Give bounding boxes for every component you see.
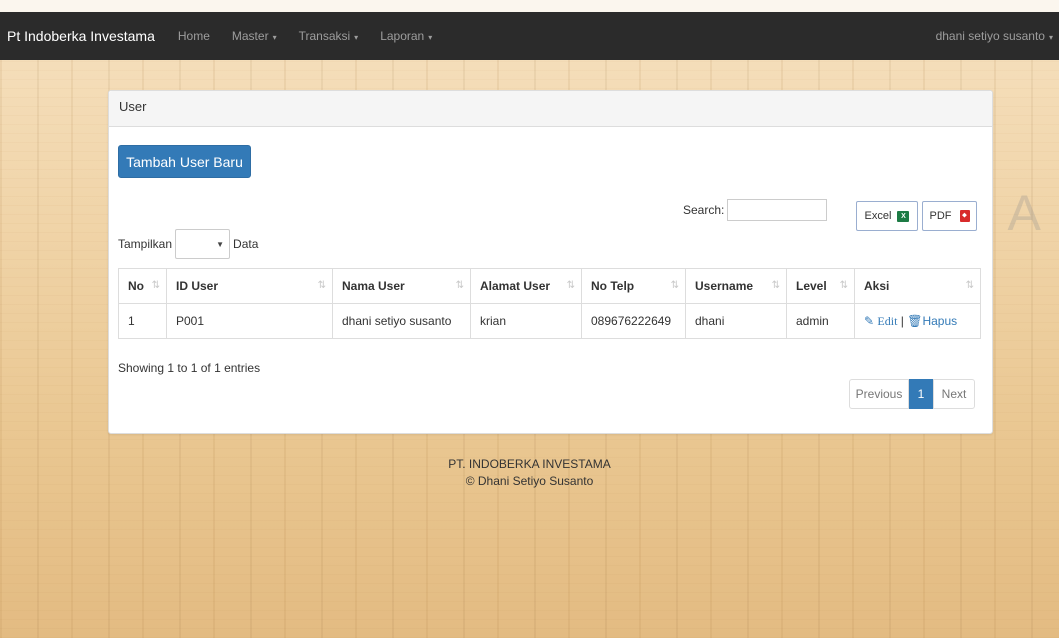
sort-asc-icon: ⇅ (151, 280, 160, 291)
sort-icon: ⇅ (771, 280, 780, 291)
col-level[interactable]: Level ⇅ (786, 268, 855, 304)
navbar: Pt Indoberka Investama Home Master ▾ Tran… (0, 12, 1059, 60)
caret-down-icon: ▾ (354, 33, 359, 42)
col-username[interactable]: Username ⇅ (685, 268, 787, 304)
nav-home[interactable]: Home (178, 29, 210, 43)
pagination: Previous 1 Next (849, 379, 975, 409)
export-pdf-label: PDF (929, 210, 952, 222)
entries-select[interactable]: ▼ (175, 229, 231, 259)
user-panel: User Tambah User Baru Search: Excel X PD… (108, 90, 993, 434)
sort-icon: ⇅ (670, 280, 679, 291)
search-input[interactable] (727, 199, 828, 221)
footer-copyright: © Dhani Setiyo Susanto (465, 474, 594, 488)
sort-icon: ⇅ (965, 280, 974, 291)
col-alamat-user[interactable]: Alamat User ⇅ (470, 268, 582, 304)
length-menu: Tampilkan ▼ Data (118, 229, 258, 259)
nav-transaksi-dropdown[interactable]: Transaksi ▾ (299, 29, 359, 43)
cell-id-user: P001 (166, 303, 333, 339)
sort-icon: ⇅ (839, 280, 848, 291)
cell-nama-user: dhani setiyo susanto (332, 303, 471, 339)
panel-title: User (109, 91, 992, 127)
excel-icon: X (897, 210, 910, 222)
edit-link[interactable]: ✎ Edit (864, 314, 897, 328)
export-pdf-button[interactable]: PDF ⬥ (922, 201, 977, 231)
chevron-down-icon: ▼ (216, 239, 225, 249)
pdf-icon: ⬥ (959, 210, 970, 222)
user-menu-dropdown[interactable]: dhani setiyo susanto ▾ (936, 29, 1053, 43)
cell-level: admin (786, 303, 855, 339)
top-strip (0, 0, 1059, 12)
nav-laporan-dropdown[interactable]: Laporan ▾ (380, 29, 432, 43)
nav-master-dropdown[interactable]: Master ▾ (232, 29, 277, 43)
col-nama-user[interactable]: Nama User ⇅ (332, 268, 471, 304)
footer: PT. INDOBERKA INVESTAMA © Dhani Setiyo S… (0, 456, 1059, 490)
export-excel-label: Excel (864, 210, 892, 222)
caret-down-icon: ▾ (1048, 33, 1053, 42)
pagination-previous[interactable]: Previous (849, 379, 909, 409)
cell-no-telp: 089676222649 (581, 303, 686, 339)
add-user-button[interactable]: Tambah User Baru (118, 145, 251, 178)
length-suffix: Data (233, 237, 259, 251)
sort-icon: ⇅ (317, 280, 326, 291)
trash-icon: 🗑 (907, 313, 923, 328)
cell-username: dhani (685, 303, 787, 339)
col-nama-user-label: Nama User (342, 279, 405, 293)
col-level-label: Level (796, 279, 827, 293)
user-menu-label: dhani setiyo susanto (935, 29, 1045, 43)
delete-link[interactable]: 🗑Hapus (907, 314, 957, 328)
sort-icon: ⇅ (455, 280, 464, 291)
footer-company: PT. INDOBERKA INVESTAMA (448, 457, 611, 471)
sort-icon: ⇅ (566, 280, 575, 291)
col-no-label: No (128, 279, 144, 293)
cell-alamat-user: krian (470, 303, 582, 339)
search-label: Search: (683, 203, 725, 217)
users-table: No ⇅ ID User ⇅ Nama User ⇅ Alamat User ⇅ No … (118, 268, 981, 339)
col-username-label: Username (695, 279, 754, 293)
export-excel-button[interactable]: Excel X (856, 201, 918, 231)
edit-link-label: Edit (877, 313, 898, 328)
col-id-user[interactable]: ID User ⇅ (166, 268, 333, 304)
cell-no: 1 (118, 303, 167, 339)
col-alamat-user-label: Alamat User (480, 279, 551, 293)
col-no[interactable]: No ⇅ (118, 268, 167, 304)
caret-down-icon: ▾ (272, 33, 277, 42)
col-aksi[interactable]: Aksi ⇅ (854, 268, 981, 304)
col-aksi-label: Aksi (864, 279, 890, 293)
col-no-telp[interactable]: No Telp ⇅ (581, 268, 686, 304)
table-row: 1 P001 dhani setiyo susanto krian 089676… (118, 303, 981, 339)
table-info: Showing 1 to 1 of 1 entries (118, 361, 261, 375)
pagination-page-1[interactable]: 1 (909, 379, 933, 409)
nav-laporan-label: Laporan (380, 29, 425, 43)
table-header-row: No ⇅ ID User ⇅ Nama User ⇅ Alamat User ⇅ No … (118, 268, 981, 304)
length-prefix: Tampilkan (118, 237, 173, 251)
search-area: Search: (683, 199, 828, 221)
pagination-next[interactable]: Next (933, 379, 975, 409)
col-id-user-label: ID User (176, 279, 219, 293)
pencil-icon: ✎ (864, 313, 875, 328)
col-no-telp-label: No Telp (591, 279, 635, 293)
nav-master-label: Master (231, 29, 269, 43)
caret-down-icon: ▾ (428, 33, 433, 42)
action-separator: | (900, 313, 904, 328)
brand-link[interactable]: Pt Indoberka Investama (7, 28, 155, 44)
cell-aksi: ✎ Edit | 🗑Hapus (854, 303, 981, 339)
nav-home-label: Home (177, 29, 210, 43)
delete-link-label: Hapus (922, 313, 958, 328)
nav-transaksi-label: Transaksi (298, 29, 351, 43)
